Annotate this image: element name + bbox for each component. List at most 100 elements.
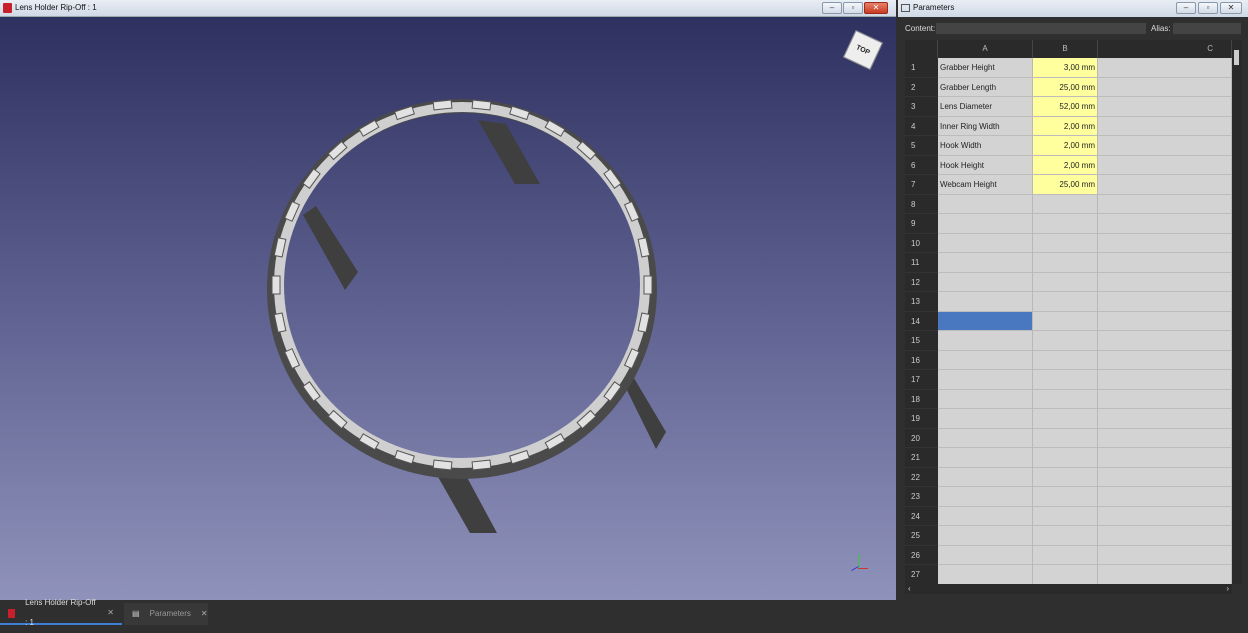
cell-a[interactable]: Hook Height [938, 155, 1033, 175]
cell-a[interactable] [938, 292, 1033, 312]
cell-b[interactable] [1033, 292, 1098, 312]
cell-c[interactable] [1098, 350, 1232, 370]
tab-parameters[interactable]: ▤ Parameters ✕ [124, 603, 208, 625]
cell-b[interactable]: 2,00 mm [1033, 136, 1098, 156]
cell-b[interactable] [1033, 350, 1098, 370]
close-tab-icon[interactable]: ✕ [107, 603, 114, 623]
cell-c[interactable] [1098, 136, 1232, 156]
row-header[interactable]: 4 [905, 116, 938, 136]
cell-a[interactable] [938, 311, 1033, 331]
cell-c[interactable] [1098, 409, 1232, 429]
cell-c[interactable] [1098, 331, 1232, 351]
cell-c[interactable] [1098, 545, 1232, 565]
panel-minimize-button[interactable]: – [1176, 2, 1196, 14]
row-header[interactable]: 15 [905, 331, 938, 351]
cell-b[interactable]: 25,00 mm [1033, 77, 1098, 97]
cell-b[interactable] [1033, 253, 1098, 273]
cell-a[interactable] [938, 467, 1033, 487]
row-header[interactable]: 17 [905, 370, 938, 390]
cell-a[interactable] [938, 506, 1033, 526]
cell-a[interactable] [938, 487, 1033, 507]
row-header[interactable]: 27 [905, 565, 938, 584]
cell-c[interactable] [1098, 292, 1232, 312]
cell-c[interactable] [1098, 253, 1232, 273]
cell-c[interactable] [1098, 194, 1232, 214]
row-header[interactable]: 13 [905, 292, 938, 312]
cell-a[interactable] [938, 331, 1033, 351]
cell-b[interactable]: 25,00 mm [1033, 175, 1098, 195]
content-input[interactable] [936, 23, 1146, 34]
cell-b[interactable] [1033, 565, 1098, 584]
cell-c[interactable] [1098, 467, 1232, 487]
cell-b[interactable] [1033, 389, 1098, 409]
cell-a[interactable] [938, 428, 1033, 448]
cell-b[interactable] [1033, 214, 1098, 234]
row-header[interactable]: 5 [905, 136, 938, 156]
row-header[interactable]: 9 [905, 214, 938, 234]
cell-c[interactable] [1098, 116, 1232, 136]
row-header[interactable]: 24 [905, 506, 938, 526]
cell-b[interactable] [1033, 194, 1098, 214]
row-header[interactable]: 23 [905, 487, 938, 507]
close-button[interactable]: ✕ [864, 2, 888, 14]
cell-c[interactable] [1098, 389, 1232, 409]
cell-c[interactable] [1098, 487, 1232, 507]
cell-a[interactable]: Webcam Height [938, 175, 1033, 195]
3d-viewport[interactable]: TOP [0, 17, 896, 600]
cell-a[interactable] [938, 194, 1033, 214]
cell-c[interactable] [1098, 58, 1232, 78]
cell-b[interactable] [1033, 526, 1098, 546]
cell-c[interactable] [1098, 370, 1232, 390]
row-header[interactable]: 22 [905, 467, 938, 487]
cell-a[interactable] [938, 350, 1033, 370]
cell-c[interactable] [1098, 565, 1232, 584]
cell-b[interactable] [1033, 545, 1098, 565]
cell-c[interactable] [1098, 77, 1232, 97]
row-header[interactable]: 10 [905, 233, 938, 253]
column-header-a[interactable]: A [938, 40, 1033, 58]
corner-header[interactable] [905, 40, 938, 58]
cell-a[interactable]: Hook Width [938, 136, 1033, 156]
cell-a[interactable]: Grabber Length [938, 77, 1033, 97]
row-header[interactable]: 2 [905, 77, 938, 97]
tab-lens-holder[interactable]: Lens Holder Rip-Off : 1 ✕ [0, 598, 122, 627]
row-header[interactable]: 19 [905, 409, 938, 429]
cell-a[interactable] [938, 370, 1033, 390]
cell-c[interactable] [1098, 175, 1232, 195]
cell-c[interactable] [1098, 97, 1232, 117]
cell-c[interactable] [1098, 506, 1232, 526]
close-tab-icon[interactable]: ✕ [201, 604, 208, 624]
cell-a[interactable]: Inner Ring Width [938, 116, 1033, 136]
row-header[interactable]: 12 [905, 272, 938, 292]
row-header[interactable]: 11 [905, 253, 938, 273]
panel-close-button[interactable]: ✕ [1220, 2, 1242, 14]
cell-c[interactable] [1098, 233, 1232, 253]
cell-b[interactable]: 2,00 mm [1033, 116, 1098, 136]
row-header[interactable]: 21 [905, 448, 938, 468]
cell-c[interactable] [1098, 448, 1232, 468]
spreadsheet-grid[interactable]: A B C 1 Grabber Height 3,00 mm 2 Grabber… [905, 40, 1232, 584]
cell-a[interactable] [938, 409, 1033, 429]
cell-a[interactable] [938, 545, 1033, 565]
cell-a[interactable] [938, 233, 1033, 253]
row-header[interactable]: 25 [905, 526, 938, 546]
cell-b[interactable] [1033, 467, 1098, 487]
row-header[interactable]: 18 [905, 389, 938, 409]
cell-b[interactable] [1033, 428, 1098, 448]
cell-a[interactable] [938, 214, 1033, 234]
cell-c[interactable] [1098, 428, 1232, 448]
restore-button[interactable]: ▫ [843, 2, 863, 14]
cell-b[interactable] [1033, 506, 1098, 526]
row-header[interactable]: 26 [905, 545, 938, 565]
column-header-c[interactable]: C [1098, 40, 1232, 58]
row-header[interactable]: 20 [905, 428, 938, 448]
cell-a[interactable] [938, 448, 1033, 468]
row-header[interactable]: 8 [905, 194, 938, 214]
cell-a[interactable] [938, 272, 1033, 292]
cell-a[interactable]: Grabber Height [938, 58, 1033, 78]
row-header[interactable]: 7 [905, 175, 938, 195]
cell-a[interactable] [938, 253, 1033, 273]
panel-restore-button[interactable]: ▫ [1198, 2, 1218, 14]
cell-b[interactable]: 3,00 mm [1033, 58, 1098, 78]
cell-b[interactable] [1033, 448, 1098, 468]
